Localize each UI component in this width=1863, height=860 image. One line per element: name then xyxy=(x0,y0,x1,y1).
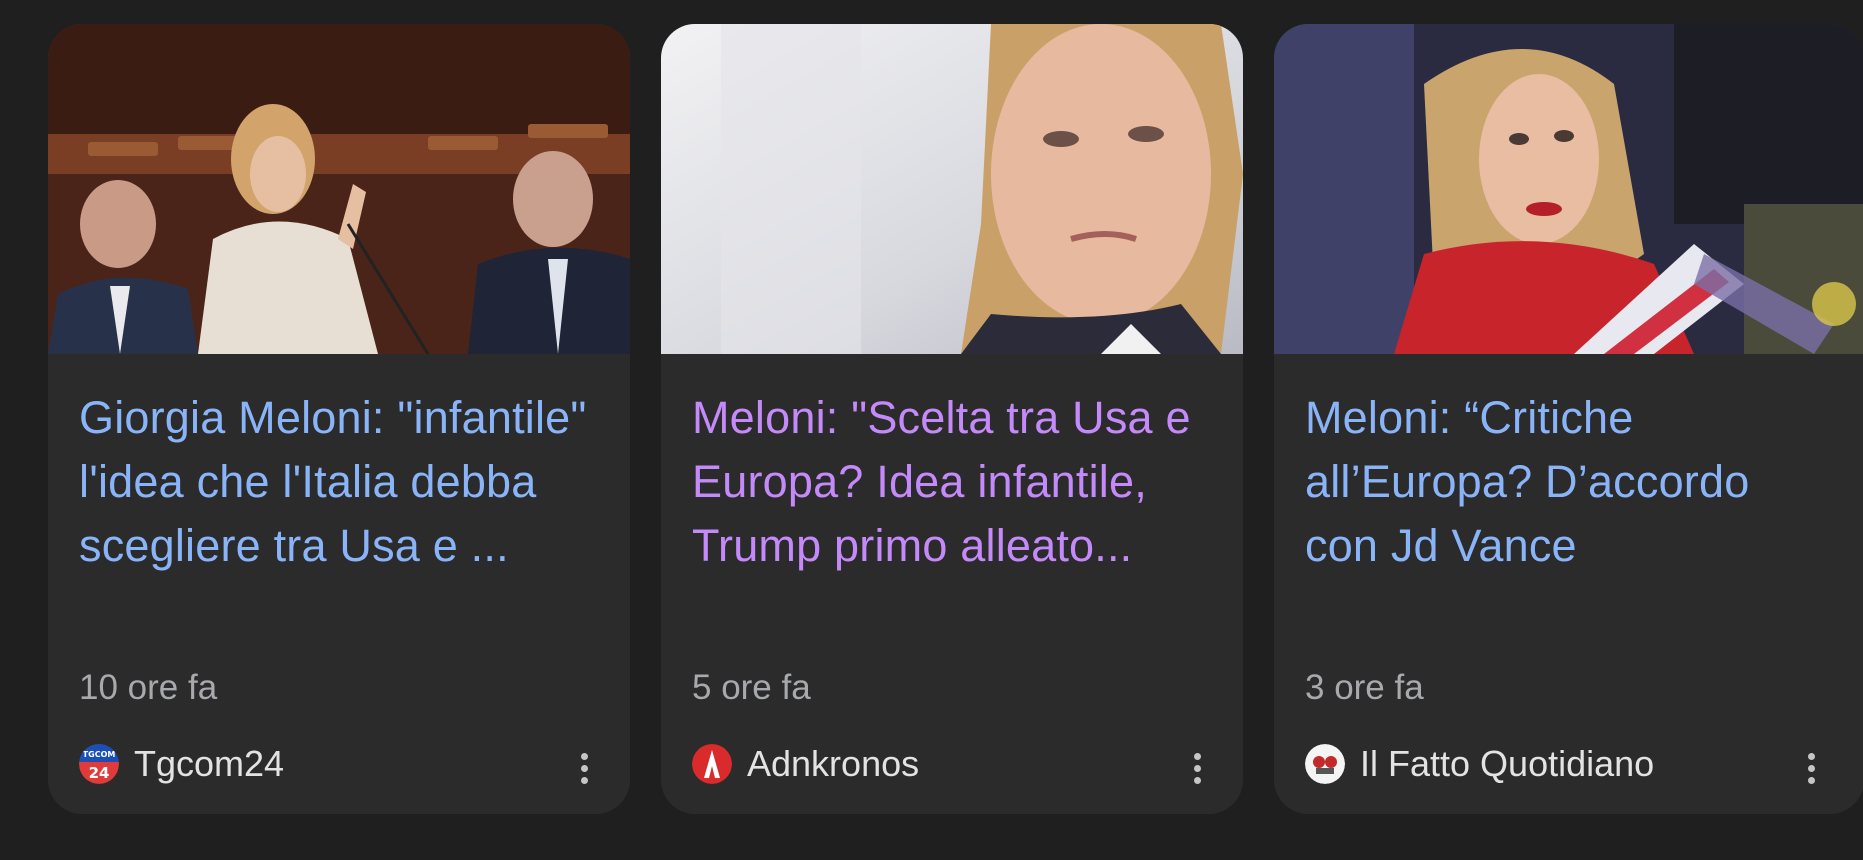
news-card[interactable]: Meloni: “Critiche all’Europa? D’accordo … xyxy=(1274,24,1863,814)
news-headline-link[interactable]: Meloni: “Critiche all’Europa? D’accordo … xyxy=(1305,386,1835,578)
source-name: Il Fatto Quotidiano xyxy=(1360,743,1655,784)
source-name: Tgcom24 xyxy=(134,743,285,784)
news-source: Il Fatto Quotidiano xyxy=(1305,740,1654,788)
more-vert-icon[interactable] xyxy=(1791,746,1831,790)
news-source: Adnkronos xyxy=(692,740,919,788)
il-fatto-quotidiano-logo-icon xyxy=(1305,744,1345,784)
published-time: 5 ore fa xyxy=(692,668,811,707)
top-stories-carousel: Giorgia Meloni: "infantile" l'idea che l… xyxy=(0,0,1863,860)
news-headline-link[interactable]: Meloni: "Scelta tra Usa e Europa? Idea i… xyxy=(692,386,1222,578)
more-vert-icon[interactable] xyxy=(564,746,604,790)
news-source: TGCOM 24 Tgcom24 xyxy=(79,740,284,788)
published-time: 10 ore fa xyxy=(79,668,218,707)
news-thumbnail[interactable] xyxy=(661,24,1243,354)
logo-text: TGCOM xyxy=(83,750,116,759)
more-vert-icon[interactable] xyxy=(1177,746,1217,790)
tgcom24-logo-icon: TGCOM 24 xyxy=(79,744,119,784)
logo-number: 24 xyxy=(89,764,110,782)
news-thumbnail[interactable] xyxy=(48,24,630,354)
source-name: Adnkronos xyxy=(747,743,920,784)
adnkronos-logo-icon xyxy=(692,744,732,784)
news-headline-link[interactable]: Giorgia Meloni: "infantile" l'idea che l… xyxy=(79,386,609,578)
news-card[interactable]: Meloni: "Scelta tra Usa e Europa? Idea i… xyxy=(661,24,1243,814)
news-thumbnail[interactable] xyxy=(1274,24,1863,354)
news-card[interactable]: Giorgia Meloni: "infantile" l'idea che l… xyxy=(48,24,630,814)
published-time: 3 ore fa xyxy=(1305,668,1424,707)
